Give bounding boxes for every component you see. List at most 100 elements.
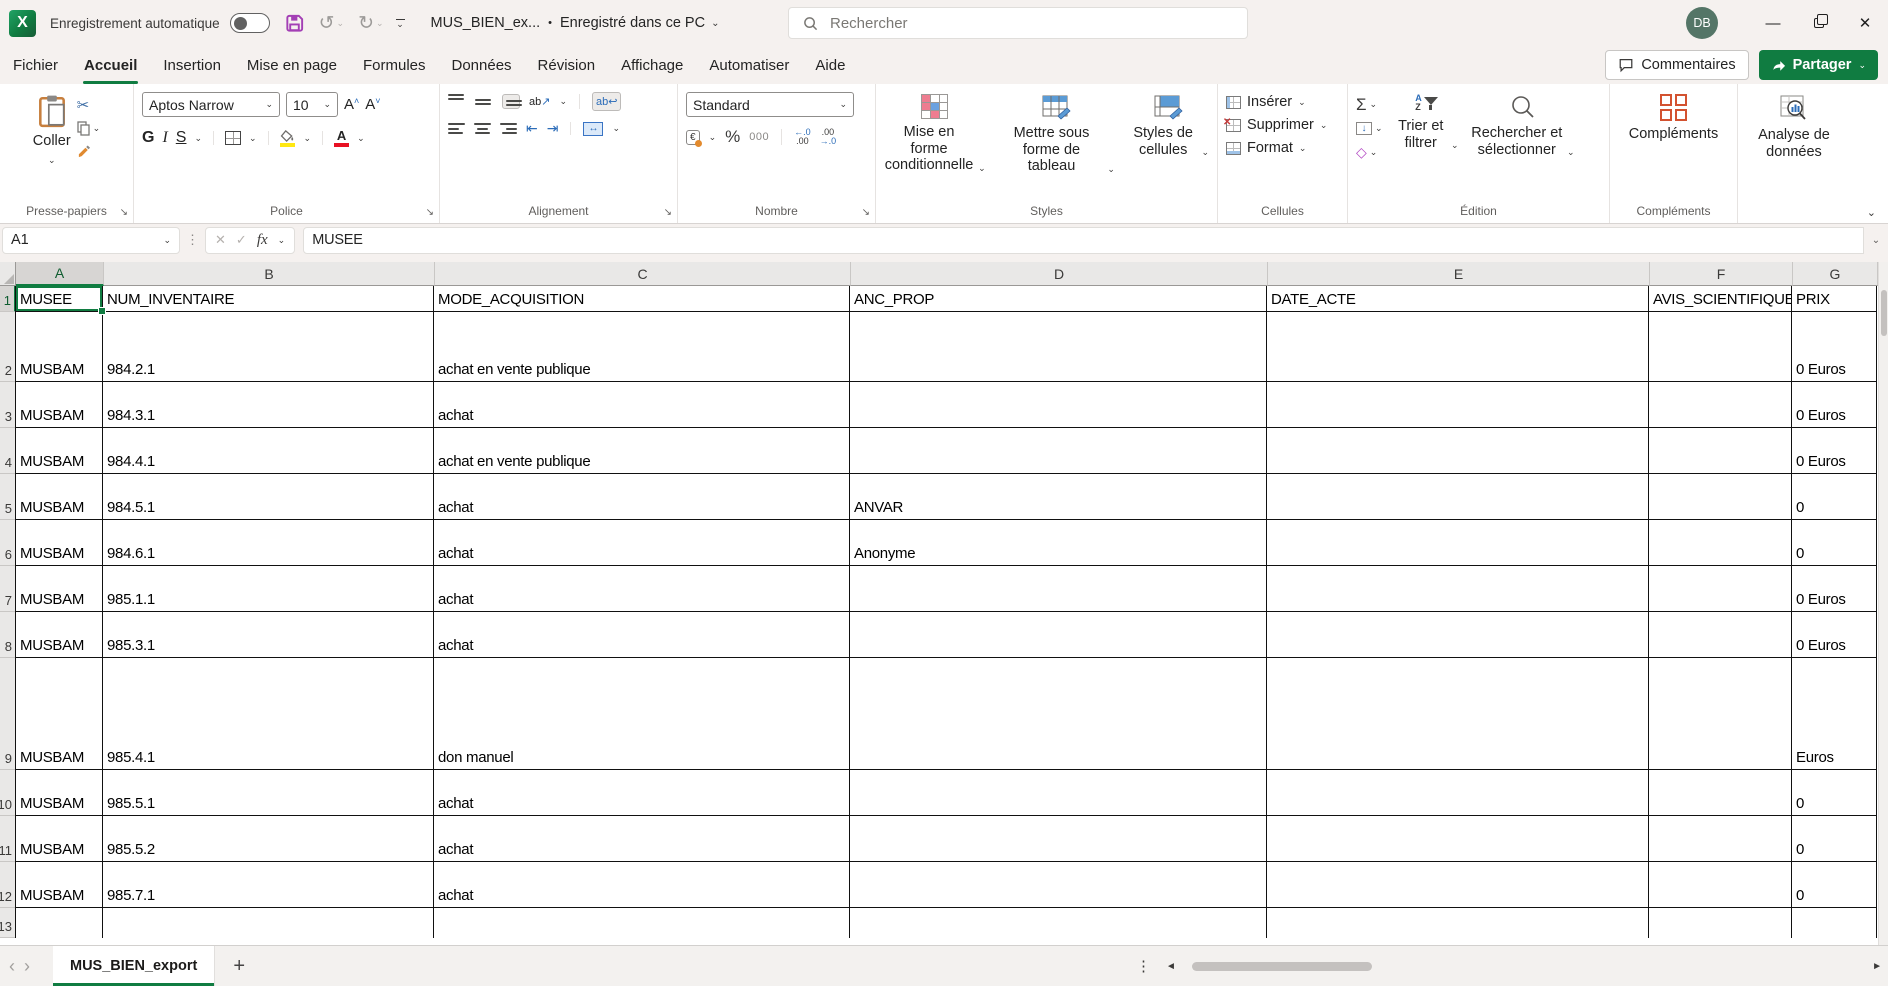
row-header-2[interactable]: 2 [0, 312, 16, 382]
tab-fichier[interactable]: Fichier [0, 46, 71, 84]
insert-function-icon[interactable]: fx [257, 231, 268, 249]
cell[interactable]: achat en vente publique [434, 312, 850, 382]
select-all-corner[interactable] [0, 262, 16, 286]
column-header-B[interactable]: B [104, 262, 435, 286]
align-bottom-icon[interactable] [502, 94, 520, 109]
tab-mise-en-page[interactable]: Mise en page [234, 46, 350, 84]
increase-decimal-icon[interactable]: ←.0.00 [794, 128, 811, 147]
cell[interactable]: Anonyme [850, 520, 1267, 566]
tab-insertion[interactable]: Insertion [150, 46, 234, 84]
dialog-launcher-icon[interactable]: ↘ [862, 207, 870, 218]
cell[interactable] [1649, 566, 1792, 612]
cell[interactable]: MUSBAM [15, 770, 103, 816]
font-color-icon[interactable]: A [334, 129, 349, 147]
increase-font-icon[interactable]: A˄ [344, 96, 359, 113]
chevron-down-icon[interactable]: ⌄ [194, 133, 202, 144]
vertical-scrollbar[interactable] [1878, 262, 1888, 945]
dialog-launcher-icon[interactable]: ↘ [426, 207, 434, 218]
cell[interactable]: achat [434, 862, 850, 908]
chevron-down-icon[interactable]: ⌄ [249, 133, 257, 144]
previous-sheet-icon[interactable]: ‹ [9, 957, 15, 975]
column-header-A[interactable]: A [16, 262, 104, 286]
cell[interactable]: AVIS_SCIENTIFIQUE [1649, 286, 1792, 312]
align-top-icon[interactable] [448, 94, 466, 109]
cell[interactable]: 0 [1792, 474, 1877, 520]
vertical-scrollbar-thumb[interactable] [1881, 290, 1887, 336]
align-center-icon[interactable] [474, 123, 491, 134]
row-header-10[interactable]: 10 [0, 770, 16, 816]
chevron-down-icon[interactable]: ⌄ [709, 132, 717, 143]
cell[interactable] [1267, 382, 1649, 428]
cell[interactable]: Euros [1792, 658, 1877, 770]
tab-automatiser[interactable]: Automatiser [696, 46, 802, 84]
cell[interactable] [850, 312, 1267, 382]
cell-styles-button[interactable]: Styles de cellules⌄ [1129, 92, 1209, 199]
find-select-button[interactable]: Rechercher et sélectionner⌄ [1471, 92, 1575, 199]
cell[interactable] [1649, 862, 1792, 908]
customize-toolbar-icon[interactable]: ⌄ [396, 19, 405, 27]
borders-icon[interactable] [225, 131, 241, 145]
cell[interactable] [1267, 770, 1649, 816]
sheet-options-icon[interactable]: ⋮ [1136, 957, 1151, 975]
cell[interactable] [1267, 908, 1649, 938]
formula-bar-expand-icon[interactable]: ⌄ [1864, 235, 1888, 246]
name-box-handle[interactable]: ⋮ [186, 232, 199, 248]
percent-format-icon[interactable]: % [725, 127, 740, 147]
cell[interactable] [850, 862, 1267, 908]
bold-button[interactable]: G [142, 129, 154, 147]
tab-formules[interactable]: Formules [350, 46, 439, 84]
cell[interactable]: 0 Euros [1792, 382, 1877, 428]
dialog-launcher-icon[interactable]: ↘ [120, 207, 128, 218]
cell[interactable]: don manuel [434, 658, 850, 770]
document-title[interactable]: MUS_BIEN_ex... [431, 15, 541, 31]
paste-button[interactable]: Coller ⌄ [33, 92, 71, 199]
column-header-G[interactable]: G [1793, 262, 1878, 286]
tab-aide[interactable]: Aide [802, 46, 858, 84]
column-header-C[interactable]: C [435, 262, 851, 286]
scroll-left-icon[interactable]: ◄ [1166, 961, 1176, 972]
conditional-formatting-button[interactable]: Mise en forme conditionnelle⌄ [884, 92, 986, 199]
cell[interactable]: 985.5.2 [103, 816, 434, 862]
next-sheet-icon[interactable]: › [24, 957, 30, 975]
clear-button[interactable]: ◇⌄ [1356, 144, 1383, 161]
cell[interactable] [15, 908, 103, 938]
format-as-table-button[interactable]: Mettre sous forme de tableau⌄ [1000, 92, 1115, 199]
cell[interactable]: MUSBAM [15, 566, 103, 612]
cell[interactable]: achat [434, 382, 850, 428]
cell[interactable]: MODE_ACQUISITION [434, 286, 850, 312]
cell[interactable] [1267, 658, 1649, 770]
cell[interactable]: 0 [1792, 520, 1877, 566]
cell[interactable]: MUSBAM [15, 474, 103, 520]
cell[interactable]: DATE_ACTE [1267, 286, 1649, 312]
fill-color-icon[interactable] [280, 130, 296, 147]
row-header-9[interactable]: 9 [0, 658, 16, 770]
cell[interactable]: 0 [1792, 862, 1877, 908]
tab-accueil[interactable]: Accueil [71, 46, 150, 84]
orientation-icon[interactable]: ab↗ [529, 95, 550, 108]
cell[interactable] [1267, 312, 1649, 382]
cell[interactable]: 985.7.1 [103, 862, 434, 908]
minimize-icon[interactable]: — [1750, 0, 1796, 46]
cell[interactable]: achat [434, 612, 850, 658]
cancel-icon[interactable]: ✕ [215, 232, 226, 248]
cell[interactable] [1649, 612, 1792, 658]
cell[interactable]: MUSBAM [15, 612, 103, 658]
cell[interactable] [1649, 428, 1792, 474]
cell[interactable] [850, 908, 1267, 938]
cell[interactable] [1649, 382, 1792, 428]
wrap-text-icon[interactable]: ab↩ [592, 92, 621, 111]
cell[interactable] [850, 612, 1267, 658]
addins-button[interactable]: Compléments [1629, 92, 1718, 199]
cell[interactable]: 984.3.1 [103, 382, 434, 428]
cell[interactable] [1267, 612, 1649, 658]
cut-icon[interactable]: ✂ [77, 96, 101, 114]
chevron-down-icon[interactable]: ⌄ [304, 133, 312, 144]
cell[interactable]: MUSBAM [15, 862, 103, 908]
cell[interactable] [1649, 474, 1792, 520]
cell[interactable]: 984.2.1 [103, 312, 434, 382]
cell[interactable]: 984.5.1 [103, 474, 434, 520]
cell[interactable]: 985.1.1 [103, 566, 434, 612]
cell[interactable]: MUSBAM [15, 520, 103, 566]
share-button[interactable]: Partager ⌄ [1759, 50, 1878, 80]
cell[interactable] [1267, 566, 1649, 612]
